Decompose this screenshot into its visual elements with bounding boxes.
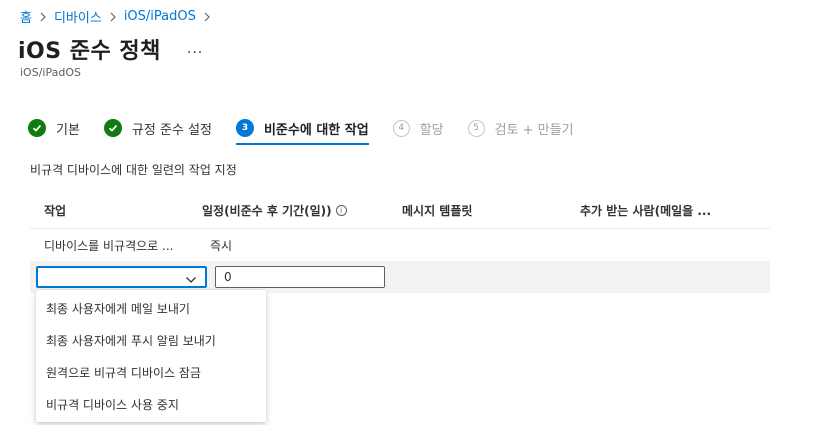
step-assignments[interactable]: 4 할당	[392, 117, 444, 139]
action-dropdown-menu: 최종 사용자에게 메일 보내기 최종 사용자에게 푸시 알림 보내기 원격으로 …	[36, 290, 266, 422]
page-title: iOS 준수 정책	[18, 39, 161, 64]
table-header: 작업 일정(비준수 후 기간(일)) i 메시지 템플릿 추가 받는 사람(메일…	[30, 193, 770, 229]
chevron-right-icon	[39, 12, 47, 22]
info-icon[interactable]: i	[335, 205, 347, 216]
breadcrumb-home[interactable]: 홈	[20, 7, 32, 26]
step-compliance-settings[interactable]: 규정 준수 설정	[103, 117, 212, 139]
title-row: iOS 준수 정책 ...	[18, 33, 203, 65]
actions-table: 작업 일정(비준수 후 기간(일)) i 메시지 템플릿 추가 받는 사람(메일…	[30, 193, 770, 293]
option-send-email[interactable]: 최종 사용자에게 메일 보내기	[36, 292, 266, 324]
chevron-right-icon	[203, 12, 211, 22]
section-description: 비규격 디바이스에 대한 일련의 작업 지정	[30, 163, 237, 177]
page-subtitle: iOS/iPadOS	[20, 66, 81, 79]
new-action-row	[30, 261, 770, 293]
table-row[interactable]: 디바이스를 비규격으로 ... 즉시	[30, 229, 770, 261]
step-noncompliance-actions[interactable]: 3 비준수에 대한 작업	[235, 117, 369, 145]
step-label: 할당	[419, 122, 444, 138]
chevron-right-icon	[109, 12, 117, 22]
column-header-schedule-label: 일정(비준수 후 기간(일))	[202, 204, 332, 218]
breadcrumb: 홈 디바이스 iOS/iPadOS	[20, 7, 218, 26]
step-label: 비준수에 대한 작업	[263, 122, 369, 138]
chevron-down-icon	[185, 271, 197, 290]
breadcrumb-devices[interactable]: 디바이스	[54, 7, 102, 26]
option-send-push[interactable]: 최종 사용자에게 푸시 알림 보내기	[36, 324, 266, 356]
step-review-create[interactable]: 5 검토 + 만들기	[467, 117, 574, 139]
step-label: 검토 + 만들기	[494, 122, 574, 138]
breadcrumb-ios[interactable]: iOS/iPadOS	[124, 9, 196, 24]
step-number-icon: 5	[467, 119, 485, 137]
row-schedule: 즉시	[210, 238, 233, 253]
step-number-icon: 4	[392, 119, 410, 137]
step-number-icon: 3	[235, 119, 254, 137]
action-select[interactable]	[36, 266, 207, 288]
more-options-button[interactable]: ...	[187, 41, 203, 57]
option-remote-lock[interactable]: 원격으로 비규격 디바이스 잠금	[36, 356, 266, 388]
column-header-schedule[interactable]: 일정(비준수 후 기간(일)) i	[202, 202, 402, 219]
step-basics[interactable]: 기본	[28, 117, 80, 139]
days-input[interactable]	[215, 266, 385, 288]
checkmark-icon	[28, 119, 46, 137]
option-retire-device[interactable]: 비규격 디바이스 사용 중지	[36, 388, 266, 420]
step-label: 규정 준수 설정	[131, 122, 212, 138]
step-label: 기본	[56, 122, 80, 138]
column-header-message[interactable]: 메시지 템플릿	[402, 202, 580, 219]
column-header-action[interactable]: 작업	[30, 202, 202, 219]
row-action: 디바이스를 비규격으로 ...	[44, 238, 174, 253]
checkmark-icon	[103, 119, 122, 137]
wizard-steps: 기본 규정 준수 설정 3 비준수에 대한 작업 4 할당 5 검토 + 만들기	[28, 117, 598, 145]
column-header-recipients[interactable]: 추가 받는 사람(메일을 ...	[580, 202, 770, 219]
